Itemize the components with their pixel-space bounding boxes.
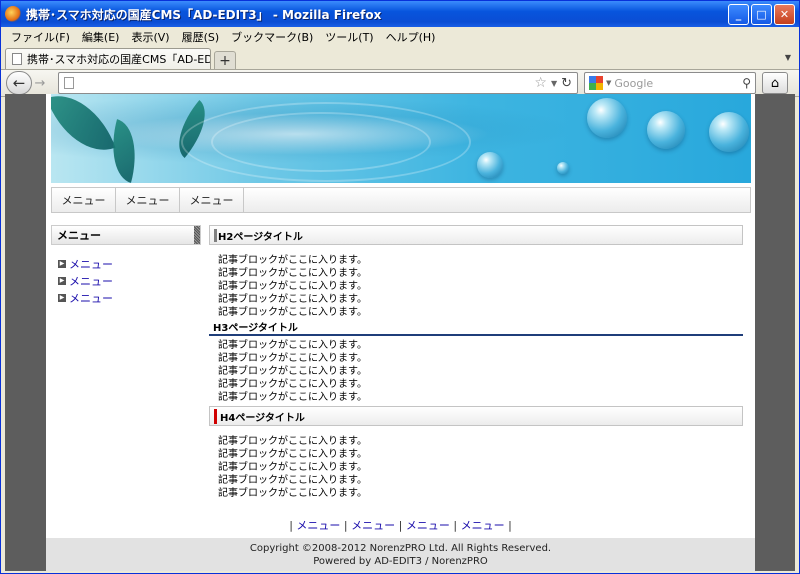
article-line: 記事ブロックがここに入ります。 bbox=[218, 307, 367, 318]
site-identity-icon[interactable] bbox=[64, 77, 74, 89]
menu-edit[interactable]: 編集(E) bbox=[76, 29, 126, 45]
header-banner-image bbox=[51, 94, 751, 183]
water-drop-decoration bbox=[557, 162, 569, 174]
search-input[interactable]: Google bbox=[614, 77, 742, 90]
browser-window: 携帯･スマホ対応の国産CMS「AD-EDIT3」 - Mozilla Firef… bbox=[0, 0, 800, 574]
web-page: メニュー メニュー メニュー メニュー ▶ メニュー ▶ メニュー ▶ メニュー… bbox=[46, 94, 755, 571]
firefox-icon bbox=[5, 6, 21, 22]
forward-arrow-icon[interactable]: → bbox=[30, 73, 50, 93]
menu-bar: ファイル(F) 編集(E) 表示(V) 履歴(S) ブックマーク(B) ツール(… bbox=[1, 27, 799, 47]
back-arrow-icon[interactable]: ← bbox=[6, 71, 32, 95]
leaf-decoration bbox=[51, 94, 116, 165]
grip-decoration bbox=[194, 226, 200, 244]
address-bar[interactable]: ☆ ▼ ↻ bbox=[58, 72, 578, 94]
search-engine-dropdown-icon[interactable]: ▼ bbox=[606, 79, 611, 87]
article-line: 記事ブロックがここに入ります。 bbox=[218, 340, 367, 351]
window-title: 携帯･スマホ対応の国産CMS「AD-EDIT3」 - Mozilla Firef… bbox=[26, 7, 382, 22]
close-button[interactable]: ✕ bbox=[774, 3, 795, 25]
copyright-text: Copyright ©2008-2012 NorenzPRO Ltd. All … bbox=[249, 543, 552, 554]
gnav-item[interactable]: メニュー bbox=[116, 188, 180, 212]
article-line: 記事ブロックがここに入ります。 bbox=[218, 353, 367, 364]
arrow-bullet-icon: ▶ bbox=[58, 259, 66, 268]
powered-by-text: Powered by AD-EDIT3 / NorenzPRO bbox=[313, 556, 488, 567]
gnav-item[interactable]: メニュー bbox=[180, 188, 244, 212]
tab-list-icon[interactable]: ▼ bbox=[785, 53, 791, 62]
sidebar-item: ▶ メニュー bbox=[51, 272, 201, 289]
article-line: 記事ブロックがここに入ります。 bbox=[218, 268, 367, 279]
sidebar-link[interactable]: メニュー bbox=[69, 273, 113, 289]
article-line: 記事ブロックがここに入ります。 bbox=[218, 462, 367, 473]
star-icon[interactable]: ☆ bbox=[534, 75, 547, 91]
footer-separator: | bbox=[343, 519, 348, 532]
menu-help[interactable]: ヘルプ(H) bbox=[380, 29, 442, 45]
page-icon bbox=[12, 53, 22, 65]
water-drop-decoration bbox=[647, 111, 685, 149]
article-block: 記事ブロックがここに入ります。 記事ブロックがここに入ります。 記事ブロックがこ… bbox=[209, 336, 743, 404]
footer-link[interactable]: メニュー bbox=[296, 519, 340, 532]
water-drop-decoration bbox=[587, 98, 627, 138]
menu-view[interactable]: 表示(V) bbox=[125, 29, 175, 45]
leaf-decoration bbox=[102, 119, 146, 183]
footer-separator: | bbox=[289, 519, 293, 532]
footer-separator: | bbox=[398, 519, 403, 532]
sidebar-link[interactable]: メニュー bbox=[69, 290, 113, 306]
new-tab-button[interactable]: + bbox=[214, 51, 236, 69]
article-line: 記事ブロックがここに入ります。 bbox=[218, 488, 367, 499]
google-icon[interactable] bbox=[589, 76, 603, 90]
url-history-dropdown-icon[interactable]: ▼ bbox=[551, 79, 557, 88]
arrow-bullet-icon: ▶ bbox=[58, 276, 66, 285]
sidebar-link[interactable]: メニュー bbox=[69, 256, 113, 272]
article-line: 記事ブロックがここに入ります。 bbox=[218, 255, 367, 266]
footer-link[interactable]: メニュー bbox=[461, 519, 505, 532]
menu-file[interactable]: ファイル(F) bbox=[5, 29, 76, 45]
navigation-toolbar: ← → ☆ ▼ ↻ ▼ Google ⚲ ⌂ bbox=[1, 69, 799, 97]
article-block: 記事ブロックがここに入ります。 記事ブロックがここに入ります。 記事ブロックがこ… bbox=[209, 245, 743, 319]
search-bar[interactable]: ▼ Google ⚲ bbox=[584, 72, 756, 94]
article-line: 記事ブロックがここに入ります。 bbox=[218, 475, 367, 486]
ripple-decoration bbox=[181, 102, 471, 182]
arrow-bullet-icon: ▶ bbox=[58, 293, 66, 302]
tab-label: 携帯･スマホ対応の国産CMS「AD-EDIT3」 bbox=[27, 53, 210, 66]
tab-strip: 携帯･スマホ対応の国産CMS「AD-EDIT3」 + ▼ bbox=[1, 47, 799, 69]
article-block: 記事ブロックがここに入ります。 記事ブロックがここに入ります。 記事ブロックがこ… bbox=[209, 426, 743, 500]
article-line: 記事ブロックがここに入ります。 bbox=[218, 366, 367, 377]
page-footer: Copyright ©2008-2012 NorenzPRO Ltd. All … bbox=[46, 538, 755, 571]
minimize-button[interactable]: _ bbox=[728, 3, 749, 25]
water-drop-decoration bbox=[709, 112, 749, 152]
article-line: 記事ブロックがここに入ります。 bbox=[218, 379, 367, 390]
article-line: 記事ブロックがここに入ります。 bbox=[218, 392, 367, 403]
footer-separator: | bbox=[453, 519, 458, 532]
water-drop-decoration bbox=[477, 152, 503, 178]
title-bar[interactable]: 携帯･スマホ対応の国産CMS「AD-EDIT3」 - Mozilla Firef… bbox=[1, 1, 799, 27]
sidebar: メニュー ▶ メニュー ▶ メニュー ▶ メニュー bbox=[51, 225, 201, 306]
footer-link[interactable]: メニュー bbox=[351, 519, 395, 532]
h4-page-title: H4ページタイトル bbox=[209, 406, 743, 426]
article-line: 記事ブロックがここに入ります。 bbox=[218, 449, 367, 460]
sidebar-menu: ▶ メニュー ▶ メニュー ▶ メニュー bbox=[51, 255, 201, 306]
menu-history[interactable]: 履歴(S) bbox=[176, 29, 226, 45]
reload-icon[interactable]: ↻ bbox=[561, 76, 572, 91]
page-viewport: メニュー メニュー メニュー メニュー ▶ メニュー ▶ メニュー ▶ メニュー… bbox=[5, 94, 795, 571]
article-line: 記事ブロックがここに入ります。 bbox=[218, 294, 367, 305]
sidebar-item: ▶ メニュー bbox=[51, 289, 201, 306]
sidebar-heading-label: メニュー bbox=[57, 229, 101, 242]
browser-tab[interactable]: 携帯･スマホ対応の国産CMS「AD-EDIT3」 bbox=[5, 48, 211, 69]
main-content: H2ページタイトル 記事ブロックがここに入ります。 記事ブロックがここに入ります… bbox=[209, 225, 743, 500]
sidebar-item: ▶ メニュー bbox=[51, 255, 201, 272]
footer-navigation: | メニュー | メニュー | メニュー | メニュー | bbox=[46, 517, 755, 533]
magnifier-icon[interactable]: ⚲ bbox=[742, 76, 751, 90]
sidebar-heading: メニュー bbox=[51, 225, 201, 245]
footer-link[interactable]: メニュー bbox=[406, 519, 450, 532]
maximize-button[interactable]: □ bbox=[751, 3, 772, 25]
home-icon[interactable]: ⌂ bbox=[762, 72, 788, 94]
footer-separator: | bbox=[508, 519, 512, 532]
article-line: 記事ブロックがここに入ります。 bbox=[218, 436, 367, 447]
menu-bookmarks[interactable]: ブックマーク(B) bbox=[225, 29, 319, 45]
h2-page-title: H2ページタイトル bbox=[209, 225, 743, 245]
h3-page-title: H3ページタイトル bbox=[209, 319, 743, 336]
menu-tools[interactable]: ツール(T) bbox=[319, 29, 379, 45]
article-line: 記事ブロックがここに入ります。 bbox=[218, 281, 367, 292]
gnav-item[interactable]: メニュー bbox=[52, 188, 116, 212]
global-navigation: メニュー メニュー メニュー bbox=[51, 187, 751, 213]
